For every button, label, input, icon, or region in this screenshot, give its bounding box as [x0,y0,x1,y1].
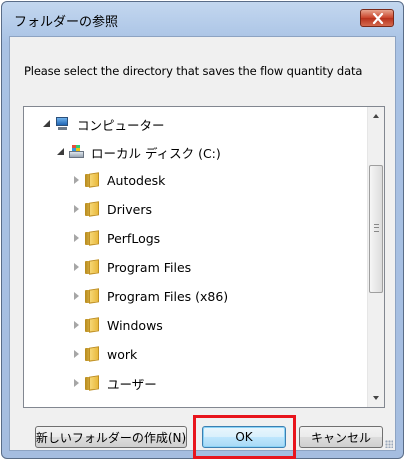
tree-item-label: Autodesk [107,172,166,188]
folder-icon [84,288,102,304]
tree-item-folder-selected[interactable]: work [72,343,137,365]
folder-tree[interactable]: コンピューター ローカル ディスク (C:) Autodesk Drivers … [23,106,385,408]
tree-item-folder[interactable]: Drivers [72,198,152,220]
tree-item-label: コンピューター [77,117,165,133]
collapsed-arrow-icon[interactable] [72,233,82,243]
collapsed-arrow-icon[interactable] [72,262,82,272]
collapsed-arrow-icon[interactable] [72,291,82,301]
tree-item-label: Drivers [107,201,152,217]
tree-item-folder[interactable]: ユーザー [72,372,157,394]
tree-item-label: Windows [107,317,163,333]
close-button[interactable] [360,9,394,27]
tree-viewport: コンピューター ローカル ディスク (C:) Autodesk Drivers … [24,107,367,407]
folder-icon [84,259,102,275]
new-folder-button[interactable]: 新しいフォルダーの作成(N) [35,426,187,448]
folder-icon [84,317,102,333]
collapsed-arrow-icon[interactable] [72,320,82,330]
folder-icon [84,172,102,188]
tree-item-folder[interactable]: Program Files [72,256,191,278]
scroll-up-arrow-icon[interactable] [368,107,384,124]
collapsed-arrow-icon[interactable] [72,349,82,359]
ok-button-highlight-box [193,415,296,459]
collapsed-arrow-icon[interactable] [72,204,82,214]
computer-icon [54,116,72,132]
folder-icon [84,346,102,362]
cancel-button[interactable]: キャンセル [299,426,383,448]
collapsed-arrow-icon[interactable] [72,378,82,388]
collapsed-arrow-icon[interactable] [72,175,82,185]
drive-icon [68,144,86,160]
tree-item-folder[interactable]: PerfLogs [72,227,160,249]
tree-item-label: Program Files [107,259,192,275]
close-icon [372,13,384,24]
scroll-down-arrow-icon[interactable] [368,390,384,407]
vertical-scrollbar[interactable] [367,107,384,407]
window-title: フォルダーの参照 [14,15,119,30]
expanded-arrow-icon[interactable] [42,119,52,129]
tree-item-label: ユーザー [107,376,157,392]
prompt-text: Please select the directory that saves t… [24,64,363,78]
folder-icon [84,201,102,217]
tree-item-label: work [107,346,138,362]
folder-icon [84,375,102,391]
scrollbar-thumb[interactable] [369,165,383,293]
tree-item-folder[interactable]: Autodesk [72,169,165,191]
expanded-arrow-icon[interactable] [56,147,66,157]
tree-item-label: ローカル ディスク (C:) [91,145,221,161]
title-bar[interactable]: フォルダーの参照 [2,2,403,36]
tree-item-drive[interactable]: ローカル ディスク (C:) [56,141,221,163]
tree-item-computer[interactable]: コンピューター [42,113,165,135]
folder-icon [84,230,102,246]
tree-item-label: Program Files (x86) [107,288,229,304]
grip-icon [374,224,379,232]
tree-item-folder[interactable]: Program Files (x86) [72,285,228,307]
tree-item-label: PerfLogs [107,230,161,246]
resize-grip[interactable] [385,440,393,448]
tree-item-folder[interactable]: Windows [72,314,163,336]
